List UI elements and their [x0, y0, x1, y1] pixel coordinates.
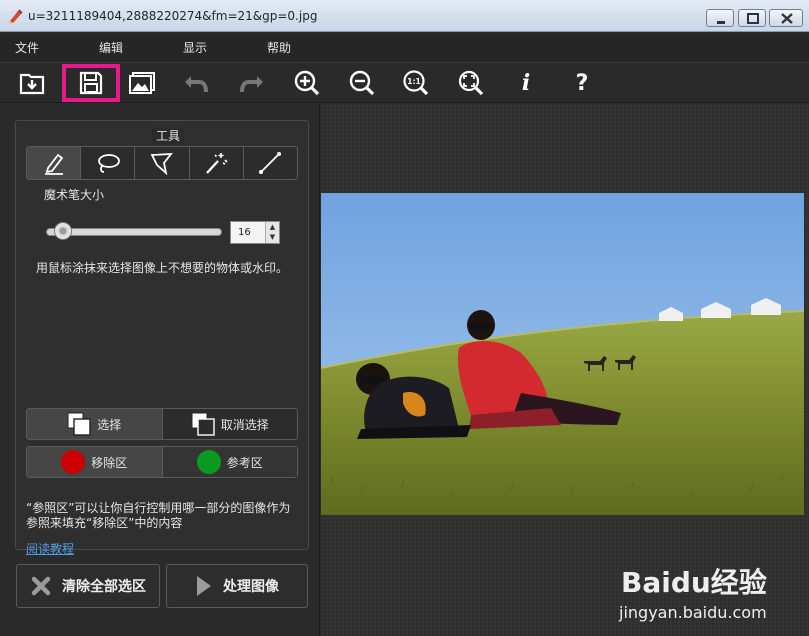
select-label: 选择	[97, 417, 122, 432]
tutorial-link[interactable]: 阅读教程	[26, 540, 74, 557]
deselect-label: 取消选择	[220, 417, 269, 432]
region-row: 移除区 参考区	[26, 446, 298, 478]
grassland-photo	[321, 193, 804, 515]
zoom-in-icon	[294, 70, 320, 96]
tool-pencil[interactable]	[27, 147, 82, 179]
baidu-watermark: Baidu经验 jingyan.baidu.com	[617, 548, 807, 634]
play-icon	[197, 576, 211, 596]
help-icon: ?	[575, 70, 589, 96]
brush-size-value: 16	[238, 227, 251, 238]
chevron-down-icon[interactable]: ▼	[266, 232, 279, 242]
tool-polygon-lasso[interactable]	[135, 147, 190, 179]
reference-note: “参照区”可以让你自行控制用哪一部分的图像作为参照来填充“移除区”中的内容	[26, 501, 291, 530]
info-icon: i	[521, 70, 531, 96]
select-button[interactable]: 选择	[27, 409, 163, 439]
window-title: u=3211189404,2888220274&fm=21&gp=0.jpg	[28, 9, 318, 23]
reference-region-button[interactable]: 参考区	[162, 447, 297, 477]
reference-region-dot	[196, 450, 221, 474]
maximize-button[interactable]	[738, 9, 766, 27]
help-button[interactable]: ?	[564, 65, 600, 101]
tool-line[interactable]	[244, 147, 297, 179]
tool-lasso[interactable]	[81, 147, 136, 179]
deselect-button[interactable]: 取消选择	[163, 409, 298, 439]
undo-button[interactable]	[178, 65, 214, 101]
tool-magic-wand[interactable]	[190, 147, 244, 179]
select-icon	[67, 412, 91, 436]
zoom-out-button[interactable]	[344, 65, 380, 101]
brush-size-slider[interactable]	[46, 228, 222, 236]
pencil-icon	[44, 153, 63, 175]
chevron-up-icon[interactable]: ▲	[266, 222, 279, 232]
maximize-icon	[747, 13, 759, 24]
magic-wand-icon	[206, 153, 228, 174]
menu-file[interactable]: 文件	[15, 39, 39, 56]
actual-size-icon: 1:1	[403, 70, 429, 96]
process-image-button[interactable]: 处理图像	[166, 564, 308, 608]
image-icon	[129, 72, 155, 94]
save-icon	[79, 71, 103, 95]
redo-icon	[240, 76, 263, 93]
remove-region-dot	[61, 450, 86, 474]
menu-edit[interactable]: 编辑	[99, 39, 123, 56]
fit-icon	[458, 70, 484, 96]
minimize-button[interactable]	[706, 9, 734, 27]
redo-button[interactable]	[234, 65, 270, 101]
save-button[interactable]	[62, 64, 120, 102]
zoom-in-button[interactable]	[289, 65, 325, 101]
open-icon	[19, 73, 45, 95]
tools-group: 工具 魔术笔大小 16 ▲ ▼ 用鼠标涂抹来选择图像上不想要的物体或水印。 选择…	[15, 120, 309, 556]
brush-size-label: 魔术笔大小	[44, 188, 105, 202]
menu-help[interactable]: 帮助	[267, 39, 291, 56]
toolbar: 1:1 i ?	[0, 63, 809, 103]
tool-selector	[26, 146, 298, 180]
open-button[interactable]	[14, 65, 50, 101]
close-button[interactable]	[769, 9, 803, 27]
menu-view[interactable]: 显示	[183, 39, 207, 56]
deselect-icon	[191, 412, 215, 436]
clear-selection-label: 清除全部选区	[62, 579, 146, 595]
brush-size-stepper[interactable]: 16 ▲ ▼	[230, 221, 280, 244]
minimize-icon	[717, 21, 725, 24]
clear-selection-button[interactable]: 清除全部选区	[16, 564, 160, 608]
selection-row: 选择 取消选择	[26, 408, 298, 440]
title-bar: u=3211189404,2888220274&fm=21&gp=0.jpg	[0, 0, 809, 32]
fit-button[interactable]	[453, 65, 489, 101]
reference-region-label: 参考区	[226, 455, 263, 470]
lasso-icon	[97, 154, 120, 173]
menu-bar: 文件 编辑 显示 帮助	[0, 33, 809, 63]
line-icon	[259, 152, 282, 174]
app-icon	[9, 9, 23, 24]
remove-region-button[interactable]: 移除区	[27, 447, 163, 477]
info-button[interactable]: i	[508, 65, 544, 101]
svg-text:jingyan.baidu.com: jingyan.baidu.com	[618, 603, 767, 622]
actual-size-button[interactable]: 1:1	[398, 65, 434, 101]
tool-hint: 用鼠标涂抹来选择图像上不想要的物体或水印。	[36, 261, 289, 275]
brush-size-slider-thumb[interactable]	[53, 222, 72, 240]
tools-panel: 工具 魔术笔大小 16 ▲ ▼ 用鼠标涂抹来选择图像上不想要的物体或水印。 选择…	[0, 104, 320, 636]
process-image-label: 处理图像	[223, 579, 279, 595]
polygon-lasso-icon	[150, 152, 173, 175]
zoom-out-icon	[349, 70, 375, 96]
remove-region-label: 移除区	[91, 455, 128, 470]
svg-text:Baidu经验: Baidu经验	[621, 566, 767, 599]
actual-size-label: 1:1	[407, 77, 420, 86]
image-button[interactable]	[124, 65, 160, 101]
tools-title: 工具	[152, 127, 185, 144]
photo	[321, 193, 804, 515]
baidu-logo: Baidu经验 jingyan.baidu.com	[618, 566, 767, 622]
undo-icon	[185, 76, 208, 93]
close-icon	[781, 13, 793, 24]
clear-icon	[31, 576, 51, 596]
brush-size-stepper-arrows[interactable]: ▲ ▼	[265, 222, 279, 243]
